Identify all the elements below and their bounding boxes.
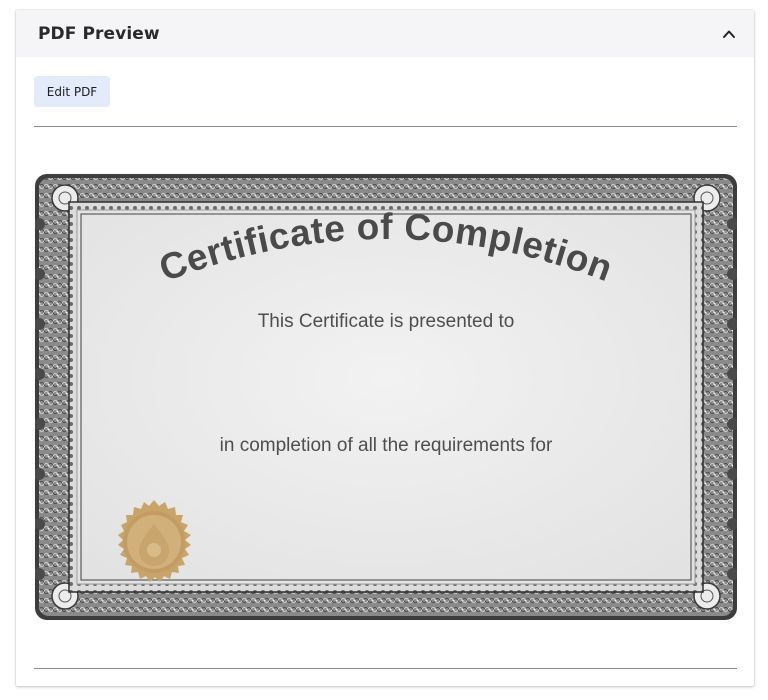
chevron-up-icon[interactable] [722, 27, 736, 41]
divider [34, 126, 737, 127]
presented-to-text: This Certificate is presented to [258, 311, 515, 332]
pdf-preview-panel: PDF Preview Edit PDF Certificate of Comp… [16, 10, 754, 686]
certificate-image: Certificate of Completion This Certifica… [35, 174, 737, 620]
certificate-preview: Certificate of Completion This Certifica… [35, 164, 737, 630]
divider [34, 668, 737, 669]
completion-text: in completion of all the requirements fo… [220, 435, 553, 456]
panel-title: PDF Preview [38, 23, 160, 44]
edit-pdf-button[interactable]: Edit PDF [34, 76, 110, 107]
panel-header[interactable]: PDF Preview [16, 10, 754, 57]
